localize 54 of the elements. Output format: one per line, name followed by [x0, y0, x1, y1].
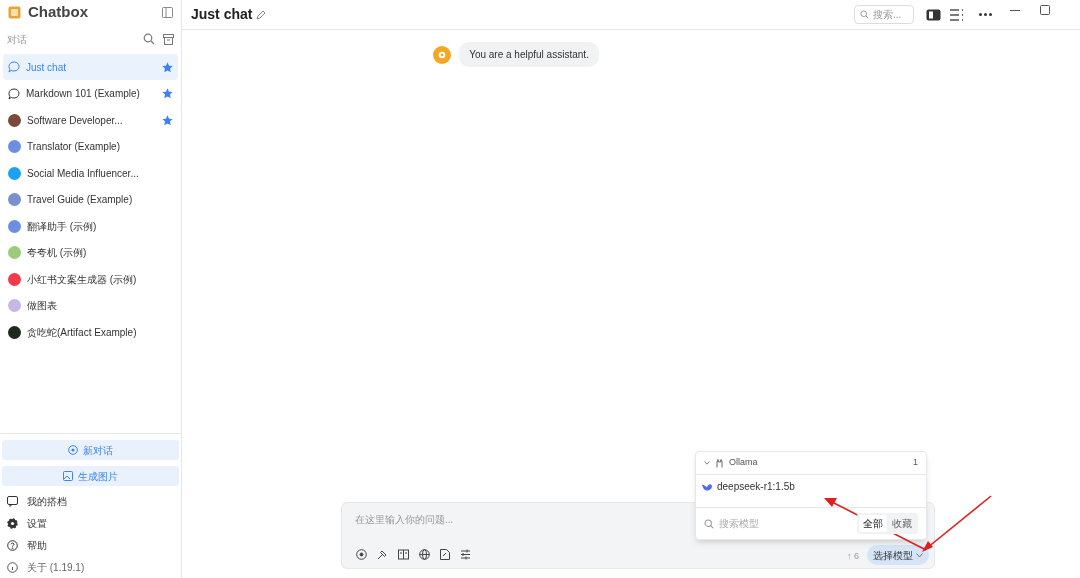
- conversation-item[interactable]: 小红书文案生成器 (示例): [3, 266, 178, 292]
- chat-bubble-icon: [8, 61, 20, 73]
- conversation-item[interactable]: 夸夸机 (示例): [3, 239, 178, 266]
- system-avatar-icon: [433, 45, 452, 64]
- hammer-icon[interactable]: [377, 549, 388, 560]
- search-icon[interactable]: [143, 33, 155, 45]
- model-count: 1: [913, 456, 918, 470]
- context-count: ↑ 6: [847, 550, 859, 563]
- provider-name: Ollama: [729, 456, 758, 470]
- star-icon[interactable]: [162, 61, 173, 73]
- archive-icon[interactable]: [163, 33, 174, 45]
- conversation-item[interactable]: Translator (Example): [3, 133, 178, 160]
- globe-icon[interactable]: [419, 549, 430, 560]
- model-option[interactable]: deepseek-r1:1.5b: [702, 479, 920, 494]
- sidebar-toggle-icon[interactable]: [162, 6, 173, 18]
- info-icon: [7, 561, 18, 573]
- help-icon: [7, 539, 18, 551]
- star-icon[interactable]: [162, 114, 173, 126]
- document-icon[interactable]: [440, 549, 450, 560]
- app-logo-icon: [8, 5, 21, 19]
- section-label: 对话: [7, 32, 27, 47]
- filter-tab[interactable]: 收藏: [888, 515, 916, 532]
- conversation-item[interactable]: 贪吃蛇(Artifact Example): [3, 319, 178, 345]
- sidebar-link[interactable]: 帮助: [7, 534, 174, 556]
- split-view-icon[interactable]: [926, 8, 941, 21]
- search-icon: [704, 518, 714, 529]
- conversation-item[interactable]: Software Developer...: [3, 107, 178, 133]
- star-icon[interactable]: [162, 88, 173, 99]
- book-icon[interactable]: [398, 549, 409, 560]
- sidebar-link[interactable]: 我的搭档: [7, 490, 174, 512]
- maximize-icon[interactable]: [1040, 5, 1050, 15]
- gear-icon: [7, 517, 18, 529]
- chevron-down-icon: [916, 552, 923, 558]
- sidebar-link[interactable]: 设置: [7, 512, 174, 534]
- more-icon[interactable]: [979, 13, 992, 16]
- conversation-item[interactable]: Travel Guide (Example): [3, 186, 178, 213]
- conversation-item[interactable]: Social Media Influencer...: [3, 160, 178, 186]
- image-icon: [63, 471, 73, 481]
- list-icon[interactable]: [950, 8, 964, 21]
- conversation-item[interactable]: 做图表: [3, 292, 178, 319]
- app-title: Chatbox: [28, 1, 88, 22]
- sliders-icon[interactable]: [460, 549, 471, 560]
- filter-tab[interactable]: 全部: [859, 515, 887, 532]
- message-square-icon: [7, 495, 18, 507]
- pencil-icon[interactable]: [256, 9, 267, 20]
- chevron-down-icon[interactable]: [704, 461, 710, 465]
- chat-bubble-icon: [8, 87, 20, 100]
- conversation-item[interactable]: 翻译助手 (示例): [3, 213, 178, 239]
- model-select-button[interactable]: 选择模型: [867, 545, 929, 565]
- search-icon: [860, 10, 869, 19]
- message-bubble: You are a helpful assistant.: [459, 42, 599, 67]
- chat-title: Just chat: [191, 5, 253, 24]
- sidebar-link[interactable]: 关于 (1.19.1): [7, 556, 174, 578]
- conversation-item[interactable]: Markdown 101 (Example): [3, 80, 178, 107]
